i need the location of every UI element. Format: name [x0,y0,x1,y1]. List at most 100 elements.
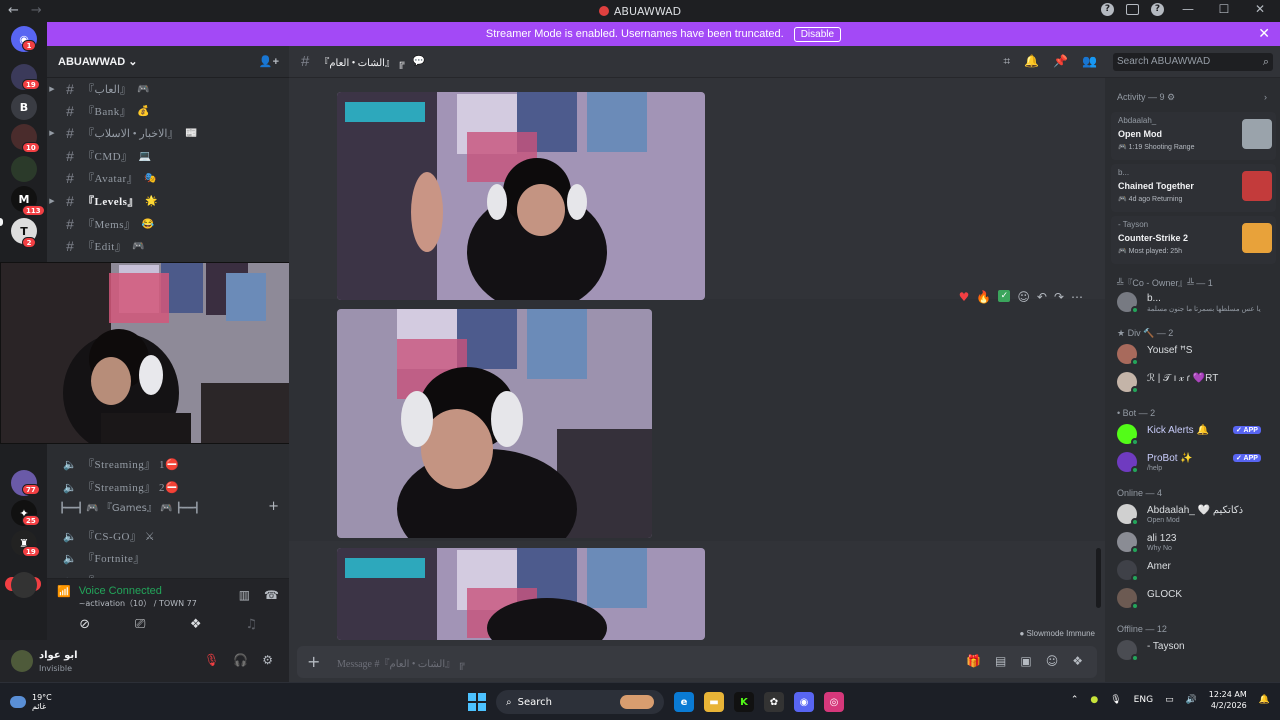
taskbar-search[interactable]: ⌕ Search [496,690,664,714]
weather-widget[interactable]: 19°C غائم [10,693,52,711]
voice-channel[interactable]: 🔈 『Streaming』 1⛔ [47,454,277,474]
avatar[interactable] [11,650,33,672]
inbox-icon[interactable] [1126,3,1139,15]
voice-channel[interactable]: 🔈 『CS-GO』 ⚔ [47,526,277,546]
video-attachment-2[interactable] [337,309,652,538]
close-window-button[interactable]: ✕ [1248,2,1272,16]
member-row[interactable]: Kick Alerts 🔔 ✓ APP [1117,422,1277,446]
attach-plus-icon[interactable]: + [307,652,320,671]
pin-icon[interactable]: 📌 [1053,54,1068,69]
time: 12:24 AM [1208,690,1247,699]
server-icon-9[interactable] [11,572,37,598]
minimize-button[interactable]: — [1176,2,1200,16]
chevron-right-icon[interactable]: › [1264,92,1267,103]
soundboard-icon[interactable]: ♫ [231,617,271,632]
noise-suppression-icon[interactable]: ▥ [239,588,250,602]
member-row[interactable]: Abdaalah_ 🤍 ذكاتكيم Open Mod [1117,502,1277,526]
activity-header[interactable]: Activity — 9 ⚙ › [1117,92,1267,103]
add-member-icon[interactable]: 👤+ [259,55,279,68]
disable-button[interactable]: Disable [793,26,842,42]
instagram-icon[interactable]: ◎ [824,692,844,712]
language-indicator[interactable]: ENG [1134,695,1153,705]
gear-icon[interactable]: ⚙ [262,653,273,667]
edge-icon[interactable]: e [674,692,694,712]
member-row[interactable]: Amer [1117,558,1277,582]
voice-channel[interactable]: 🔈 『Streaming』 2⛔ [47,477,277,497]
text-channel[interactable]: # 『Bank』 💰 [47,101,277,121]
signal-icon[interactable]: 📶 [57,585,71,598]
kick-app-icon[interactable]: K [734,692,754,712]
file-explorer-icon[interactable]: ▬ [704,692,724,712]
search-input[interactable]: Search ABUAWWAD [1113,53,1273,71]
network-icon[interactable]: ▭ [1165,695,1174,705]
apps-icon[interactable]: ❖ [1072,654,1083,668]
clock[interactable]: 12:24 AM 4/2/2026 [1209,689,1247,711]
tray-app-icon[interactable]: ● [1090,695,1098,705]
check-reaction-icon[interactable]: ✓ [998,290,1011,302]
scrollbar[interactable] [1096,548,1101,608]
mic-muted-icon[interactable]: 🎙 [204,653,219,667]
text-channel[interactable]: ▶ # 『العاب』 🎮 [47,79,277,99]
forward-arrow-icon[interactable]: → [31,3,42,18]
voice-status[interactable]: Voice Connected [79,585,197,597]
member-row[interactable]: Yousef ꟸS [1117,342,1277,366]
video-attachment-3[interactable] [337,548,705,640]
member-row[interactable]: ProBot ✨ ✓ APP/help [1117,450,1277,474]
gif-icon[interactable]: ▤ [995,654,1006,668]
question-icon[interactable]: ? [1151,2,1164,16]
server-icon-b[interactable]: B [11,94,37,120]
fire-reaction-icon[interactable]: 🔥 [976,290,991,304]
activity-card[interactable]: b... Chained Together 🎮 4d ago Returning [1111,164,1276,212]
add-channel-icon[interactable]: + [268,499,279,514]
more-icon[interactable]: ⋯ [1071,290,1083,304]
member-row[interactable]: ℛ | 𝒯 ı 𝓍 ɾ 💜RT [1117,370,1277,394]
member-row[interactable]: b... يا عس مسلطها بسمرتا ما جنون مسلمة [1117,290,1277,314]
text-channel[interactable]: ▶ # 『الاخبار • الاسلاب』 📰 [47,123,277,143]
server-header[interactable]: ABUAWWAD ⌄ 👤+ [47,46,289,78]
members-icon[interactable]: 👥 [1082,54,1097,69]
chevron-up-icon[interactable]: ⌃ [1071,695,1079,705]
search-icon[interactable]: ⌕ [1263,55,1269,69]
notifications-icon[interactable]: 🔔 [1259,695,1270,705]
voice-channel[interactable]: ~activation（10） / TOWN 77 [79,598,197,609]
text-channel[interactable]: # 『Edit』 🎮 [47,236,277,256]
discord-taskbar-icon[interactable]: ◉ [794,692,814,712]
category-games[interactable]: ┣━━┫ 🎮 『Games』 🎮 ┣━━┫ + [59,499,279,514]
text-channel[interactable]: # 『Mems』 😂 [47,214,277,234]
help-icon[interactable]: ? [1101,2,1114,16]
disconnect-icon[interactable]: ☎ [264,588,279,602]
chatgpt-icon[interactable]: ✿ [764,692,784,712]
text-channel[interactable]: # 『Avatar』 🎭 [47,168,277,188]
volume-icon[interactable]: 🔊 [1186,695,1197,705]
activities-icon[interactable]: ❖ [176,617,216,632]
server-icon-3[interactable] [11,156,37,182]
close-icon[interactable]: ✕ [1258,25,1270,42]
back-arrow-icon[interactable]: ← [8,3,19,18]
gift-icon[interactable]: 🎁 [966,654,981,668]
add-reaction-icon[interactable]: ☺ [1017,290,1030,304]
forward-icon[interactable]: ↷ [1054,290,1064,304]
threads-icon[interactable]: ⌗ [1003,54,1010,69]
member-row[interactable]: ali 123 Why No [1117,530,1277,554]
emoji-icon[interactable]: ☺ [1046,654,1059,668]
camera-off-icon[interactable]: ⊘ [65,617,105,632]
voice-channel[interactable]: 🔈 『Fortnite』 [47,548,277,568]
maximize-button[interactable]: ☐ [1212,2,1236,16]
bell-icon[interactable]: 🔔 [1024,54,1039,69]
text-channel[interactable]: # 『CMD』 💻 [47,146,277,166]
stream-popout-video[interactable] [0,262,323,444]
start-button[interactable] [468,693,486,711]
text-channel[interactable]: ▶ # 『Levels』 🌟 [47,191,277,211]
sticker-icon[interactable]: ▣ [1020,654,1031,668]
activity-card[interactable]: Abdaalah_ Open Mod 🎮 1:19 Shooting Range [1111,112,1276,160]
heart-reaction-icon[interactable]: ♥ [959,290,970,304]
screen-share-icon[interactable]: ⎚ [120,617,160,632]
message-input[interactable]: + Message #『الشات • العام』 ╔ 🎁 ▤ ▣ ☺ ❖ [297,646,1097,678]
member-row[interactable]: GLOCK [1117,586,1277,610]
mic-icon[interactable]: 🎙 [1110,695,1121,705]
video-attachment-1[interactable] [337,92,705,300]
reply-icon[interactable]: ↶ [1037,290,1047,304]
headphones-muted-icon[interactable]: 🎧 [233,653,248,667]
activity-card[interactable]: - Tayson Counter-Strike 2 🎮 Most played: 2… [1111,216,1276,264]
member-row[interactable]: - Tayson [1117,638,1277,662]
